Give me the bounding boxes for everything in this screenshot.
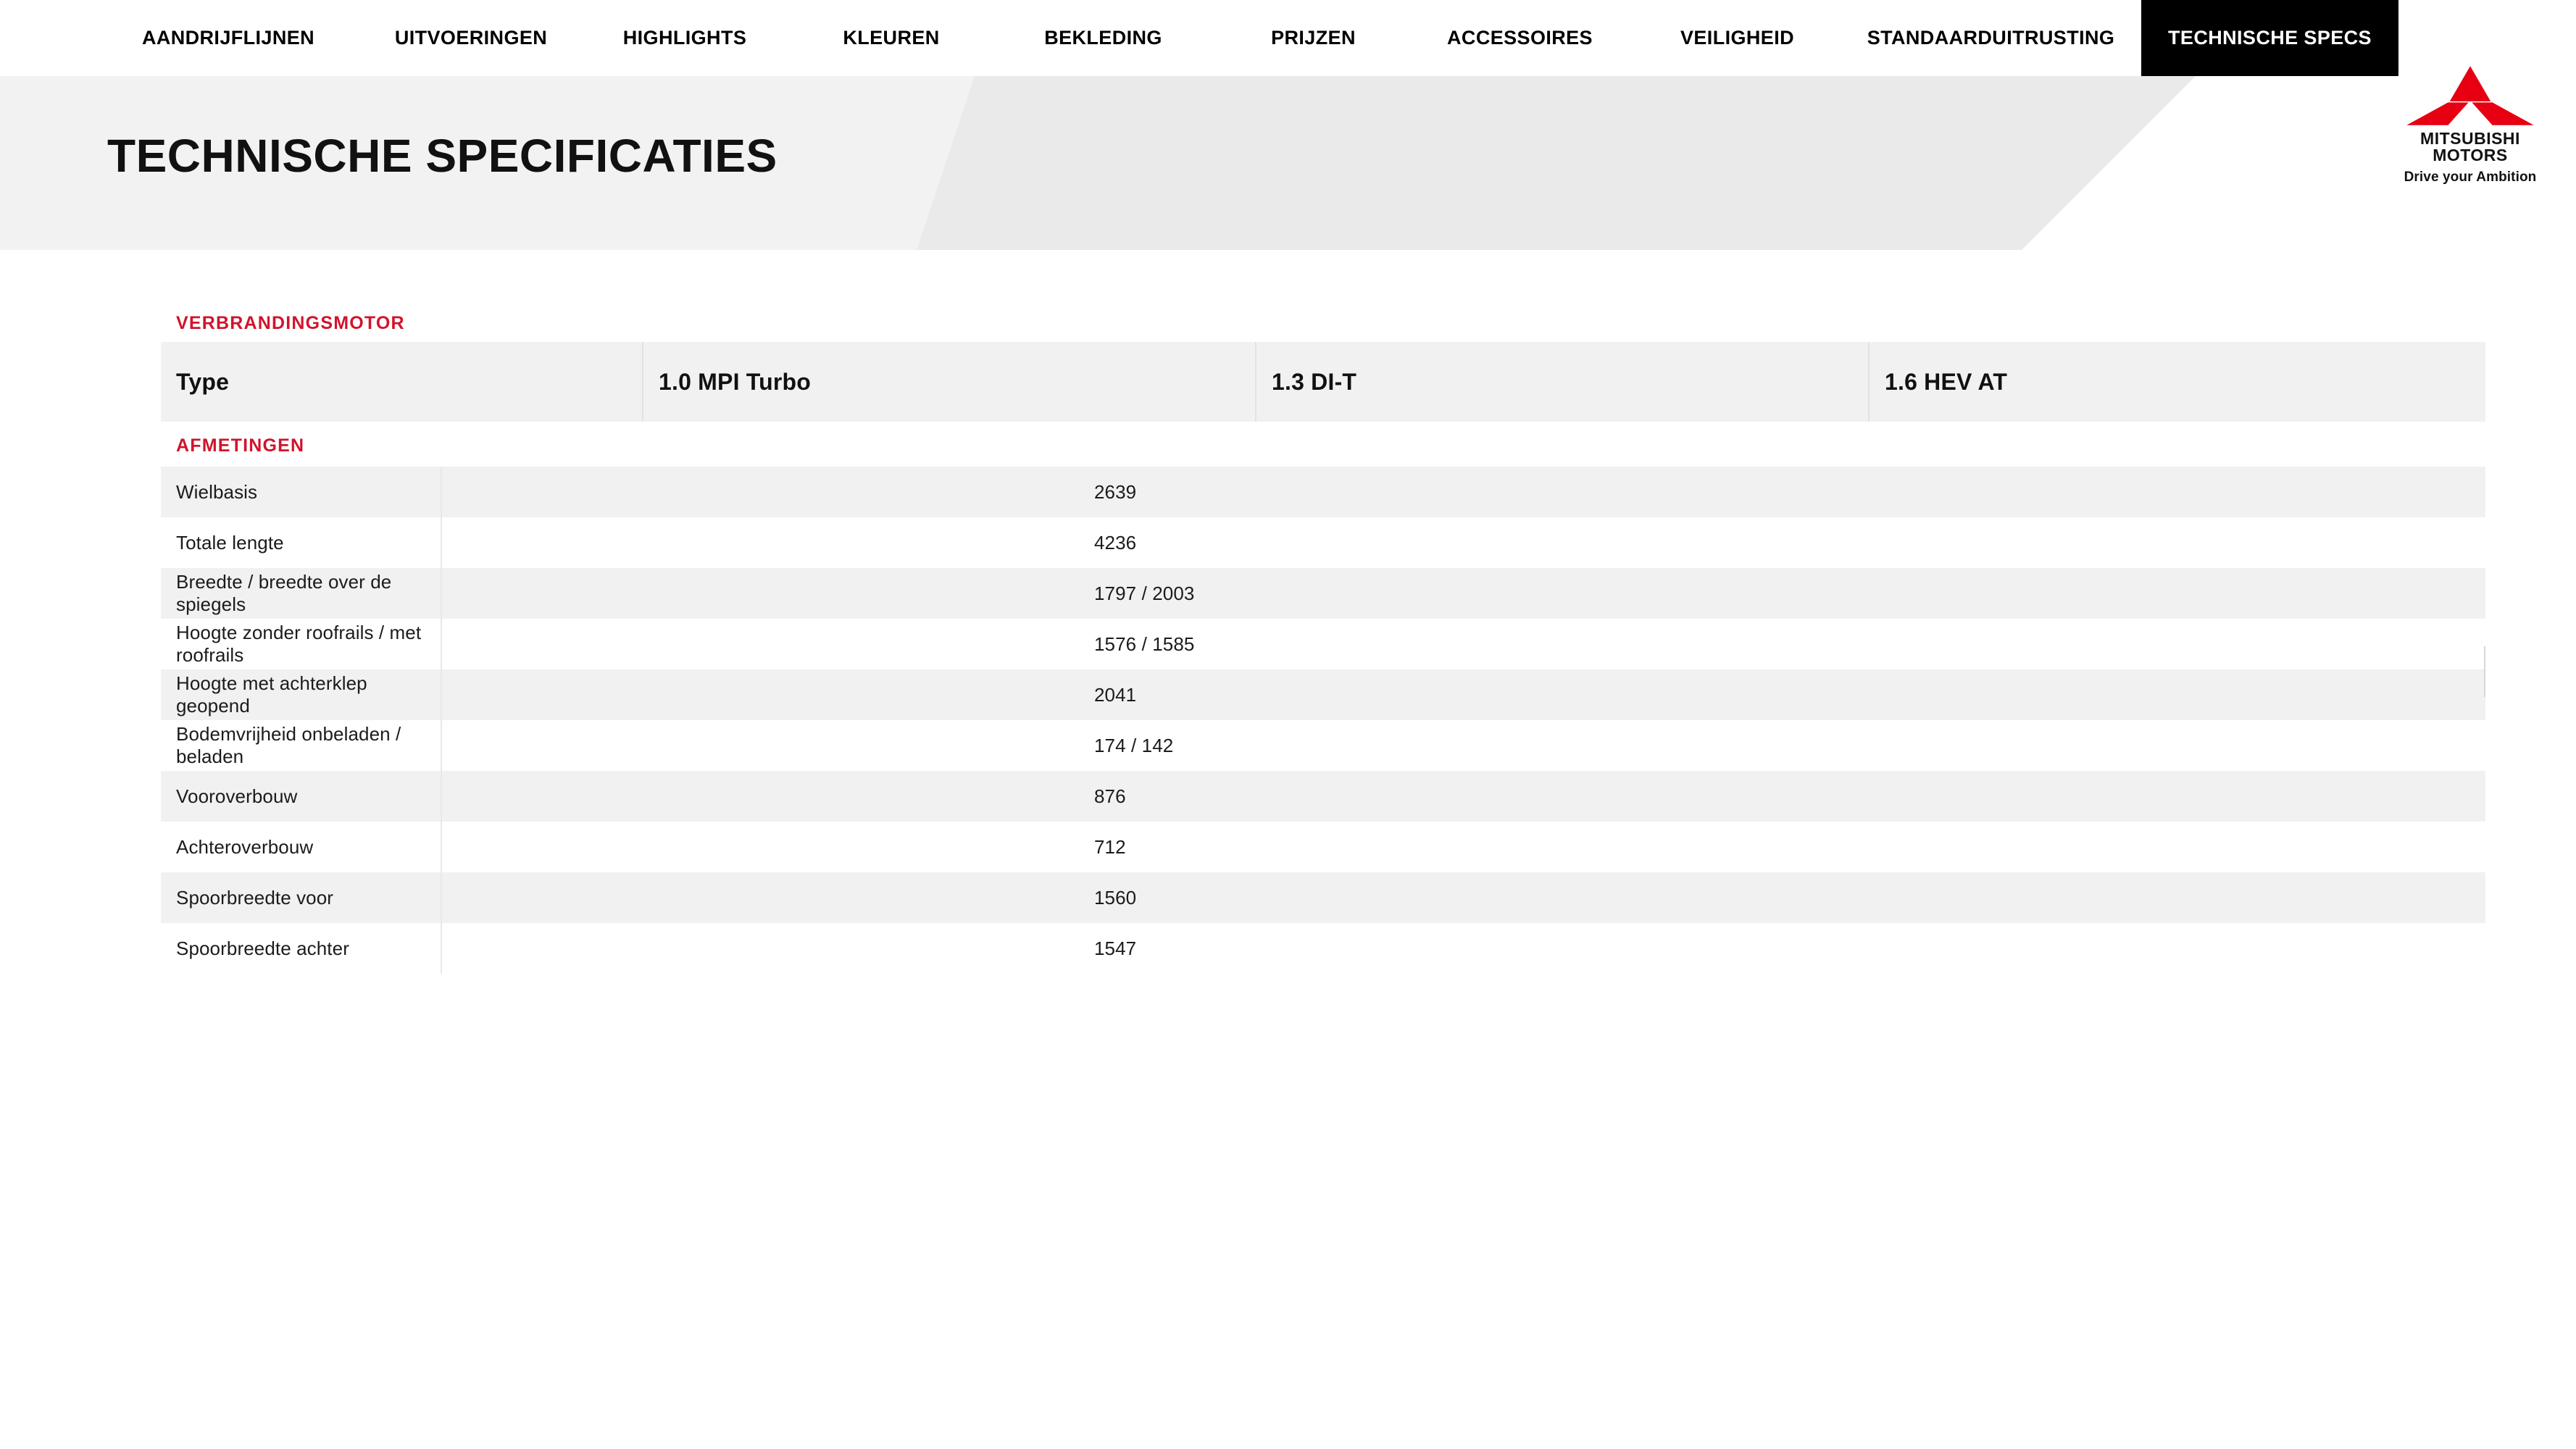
dimension-value: 712: [1094, 835, 1126, 858]
dimension-label: Hoogte zonder roofrails / met roofrails: [161, 619, 442, 669]
dimension-label: Hoogte met achterklep geopend: [161, 669, 442, 720]
nav-item-veiligheid[interactable]: VEILIGHEID: [1670, 0, 1804, 76]
dimension-value: 1547: [1094, 937, 1137, 959]
engine-variant-2: 1.3 DI-T: [1256, 342, 1870, 422]
dimensions-rows: Wielbasis 2639 Totale lengte 4236 Breedte / …: [161, 467, 2485, 974]
page-title: TECHNISCHE SPECIFICATIES: [107, 130, 778, 182]
engine-header-row: Type 1.0 MPI Turbo 1.3 DI-T 1.6 HEV AT: [161, 342, 2485, 422]
dimension-label: Bodemvrijheid onbeladen / beladen: [161, 720, 442, 771]
dimension-label: Spoorbreedte voor: [161, 872, 442, 923]
dimension-label: Wielbasis: [161, 467, 442, 517]
table-row: Breedte / breedte over de spiegels 1797 /…: [161, 568, 2485, 619]
dimension-label: Vooroverbouw: [161, 771, 442, 822]
table-row: Wielbasis 2639: [161, 467, 2485, 517]
table-row: Bodemvrijheid onbeladen / beladen 174 / 1…: [161, 720, 2485, 771]
table-right-rule: [2484, 646, 2485, 697]
table-row: Achteroverbouw 712: [161, 822, 2485, 872]
table-row: Vooroverbouw 876: [161, 771, 2485, 822]
section-heading-dimensions: AFMETINGEN: [176, 435, 305, 456]
nav-item-kleuren[interactable]: KLEUREN: [837, 0, 946, 76]
dimension-value: 1797 / 2003: [1094, 582, 1195, 604]
nav-item-aandrijflijnen[interactable]: AANDRIJFLIJNEN: [134, 0, 322, 76]
primary-navigation: AANDRIJFLIJNEN UITVOERINGEN HIGHLIGHTS KLEU…: [0, 0, 2576, 76]
dimension-value: 1560: [1094, 886, 1137, 909]
nav-item-standaarduitrusting[interactable]: STANDAARDUITRUSTING: [1859, 0, 2123, 76]
dimension-value: 174 / 142: [1094, 734, 1174, 756]
engine-variant-3: 1.6 HEV AT: [1885, 368, 2008, 395]
table-row: Hoogte zonder roofrails / met roofrails 1…: [161, 619, 2485, 669]
table-row: Totale lengte 4236: [161, 517, 2485, 568]
dimension-value: 2639: [1094, 480, 1137, 503]
dimension-value: 876: [1094, 785, 1126, 807]
table-row: Spoorbreedte achter 1547: [161, 923, 2485, 974]
table-row: Hoogte met achterklep geopend 2041: [161, 669, 2485, 720]
nav-item-highlights[interactable]: HIGHLIGHTS: [612, 0, 757, 76]
nav-item-uitvoeringen[interactable]: UITVOERINGEN: [384, 0, 558, 76]
engine-row-label: Type: [161, 342, 643, 422]
dimension-label: Breedte / breedte over de spiegels: [161, 568, 442, 619]
nav-item-technische-specs[interactable]: TECHNISCHE SPECS: [2141, 0, 2398, 76]
dimension-label: Totale lengte: [161, 517, 442, 568]
table-row: Spoorbreedte voor 1560: [161, 872, 2485, 923]
dimension-value: 2041: [1094, 683, 1137, 706]
nav-item-bekleding[interactable]: BEKLEDING: [1036, 0, 1170, 76]
dimension-value: 1576 / 1585: [1094, 632, 1195, 655]
nav-item-accessoires[interactable]: ACCESSOIRES: [1442, 0, 1598, 76]
nav-item-prijzen[interactable]: PRIJZEN: [1261, 0, 1366, 76]
dimension-value: 4236: [1094, 531, 1137, 554]
dimension-label: Achteroverbouw: [161, 822, 442, 872]
dimension-label: Spoorbreedte achter: [161, 923, 442, 974]
section-heading-engine: VERBRANDINGSMOTOR: [176, 313, 405, 333]
technical-specifications: VERBRANDINGSMOTOR Type 1.0 MPI Turbo 1.3 D…: [161, 304, 2485, 974]
engine-variant-1: 1.0 MPI Turbo: [643, 342, 1256, 422]
